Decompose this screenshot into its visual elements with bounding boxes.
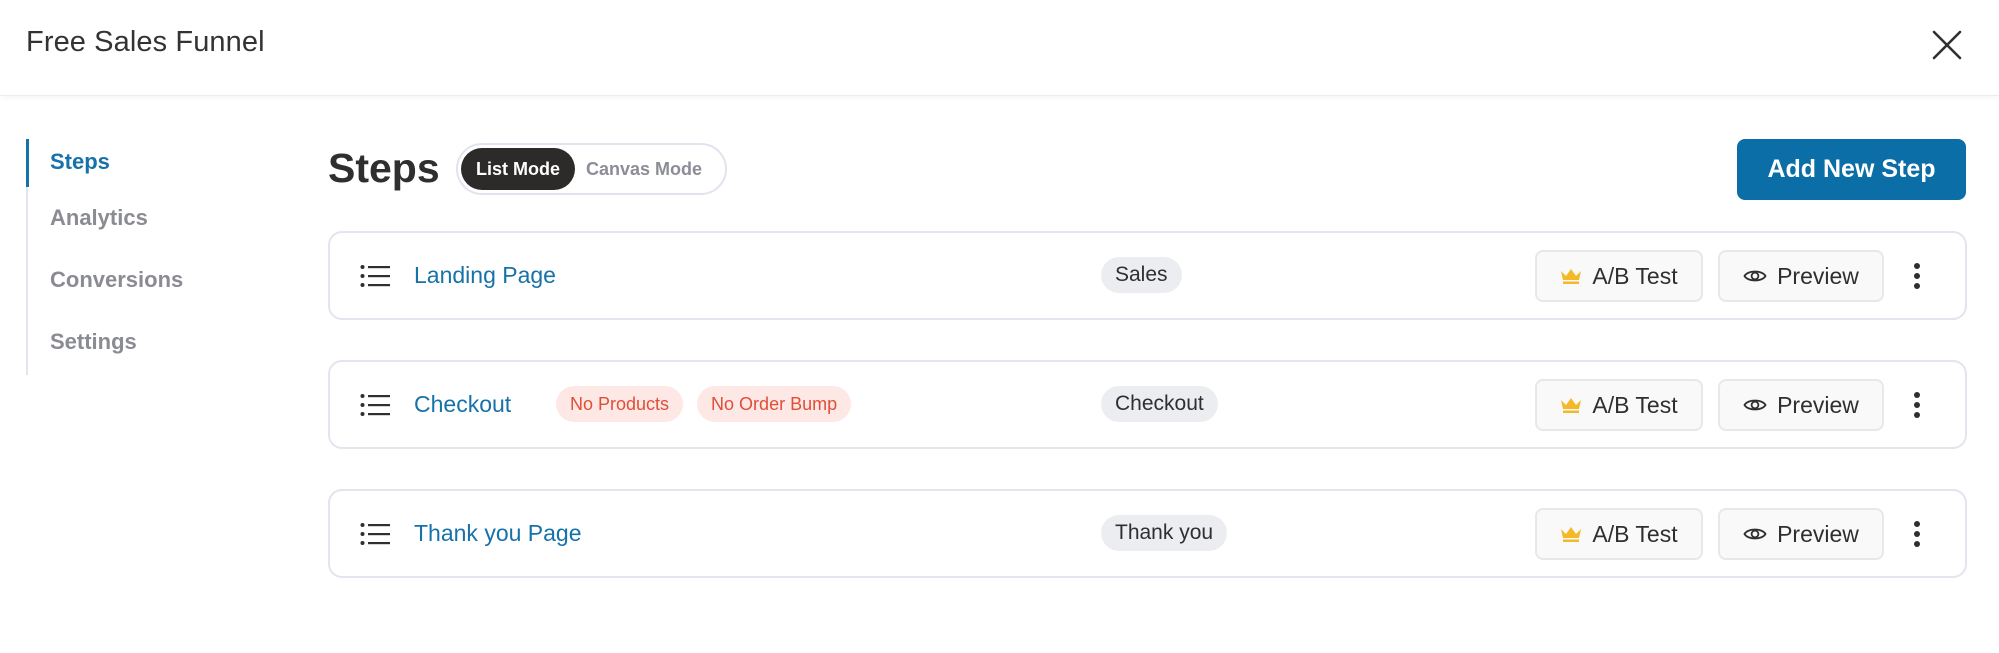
step-row: Thank you Page Thank you A/B Test Previe… (328, 489, 1967, 578)
funnel-title: Free Sales Funnel (26, 26, 265, 58)
preview-button[interactable]: Preview (1718, 379, 1884, 431)
step-type-badge: Checkout (1101, 386, 1218, 422)
sidebar-item-label: Settings (50, 329, 137, 354)
step-name-link[interactable]: Checkout (414, 362, 511, 447)
sidebar-nav: Steps Analytics Conversions Settings (26, 139, 256, 375)
kebab-dot (1914, 521, 1920, 527)
eye-icon (1743, 270, 1767, 282)
preview-button[interactable]: Preview (1718, 508, 1884, 560)
close-icon (1932, 30, 1962, 60)
step-type-badge: Thank you (1101, 515, 1228, 551)
kebab-dot (1914, 402, 1920, 408)
canvas-mode-button[interactable]: Canvas Mode (575, 148, 713, 190)
warning-badge-no-order-bump: No Order Bump (697, 386, 852, 422)
view-mode-toggle: List Mode Canvas Mode (456, 143, 727, 195)
list-icon (360, 523, 390, 545)
sidebar-item-settings[interactable]: Settings (28, 311, 256, 373)
more-options-button[interactable] (1910, 517, 1924, 551)
add-new-step-button[interactable]: Add New Step (1737, 139, 1966, 200)
step-row: Landing Page Sales A/B Test Preview (328, 231, 1967, 320)
kebab-dot (1914, 273, 1920, 279)
step-name-link[interactable]: Landing Page (414, 233, 556, 318)
crown-icon (1561, 269, 1582, 284)
preview-label: Preview (1777, 520, 1859, 547)
step-name-link[interactable]: Thank you Page (414, 491, 582, 576)
sidebar-item-analytics[interactable]: Analytics (28, 187, 256, 249)
ab-test-button[interactable]: A/B Test (1535, 379, 1703, 431)
preview-label: Preview (1777, 262, 1859, 289)
drag-handle[interactable] (360, 264, 390, 288)
warning-badge-no-products: No Products (556, 386, 684, 422)
step-row: Checkout No Products No Order Bump Check… (328, 360, 1967, 449)
step-type-badge: Sales (1101, 257, 1182, 293)
eye-icon (1743, 399, 1767, 411)
sidebar-item-conversions[interactable]: Conversions (28, 249, 256, 311)
kebab-dot (1914, 263, 1920, 269)
sidebar-item-label: Steps (50, 149, 110, 174)
crown-icon (1561, 527, 1582, 542)
warning-badges: No Products No Order Bump (556, 386, 852, 422)
ab-test-label: A/B Test (1592, 262, 1678, 289)
kebab-dot (1914, 412, 1920, 418)
kebab-dot (1914, 283, 1920, 289)
sidebar-item-steps[interactable]: Steps (26, 139, 256, 187)
list-mode-button[interactable]: List Mode (461, 148, 575, 190)
modal-header: Free Sales Funnel (0, 0, 1999, 96)
close-button[interactable] (1930, 28, 1964, 62)
list-icon (360, 265, 390, 287)
ab-test-button[interactable]: A/B Test (1535, 250, 1703, 302)
ab-test-label: A/B Test (1592, 391, 1678, 418)
ab-test-label: A/B Test (1592, 520, 1678, 547)
eye-icon (1743, 528, 1767, 540)
ab-test-button[interactable]: A/B Test (1535, 508, 1703, 560)
kebab-dot (1914, 531, 1920, 537)
preview-label: Preview (1777, 391, 1859, 418)
drag-handle[interactable] (360, 393, 390, 417)
more-options-button[interactable] (1910, 259, 1924, 293)
sidebar-item-label: Analytics (50, 205, 148, 230)
sidebar-item-label: Conversions (50, 267, 184, 292)
kebab-dot (1914, 541, 1920, 547)
preview-button[interactable]: Preview (1718, 250, 1884, 302)
more-options-button[interactable] (1910, 388, 1924, 422)
list-icon (360, 394, 390, 416)
drag-handle[interactable] (360, 522, 390, 546)
kebab-dot (1914, 392, 1920, 398)
page-title: Steps (328, 145, 440, 191)
crown-icon (1561, 398, 1582, 413)
